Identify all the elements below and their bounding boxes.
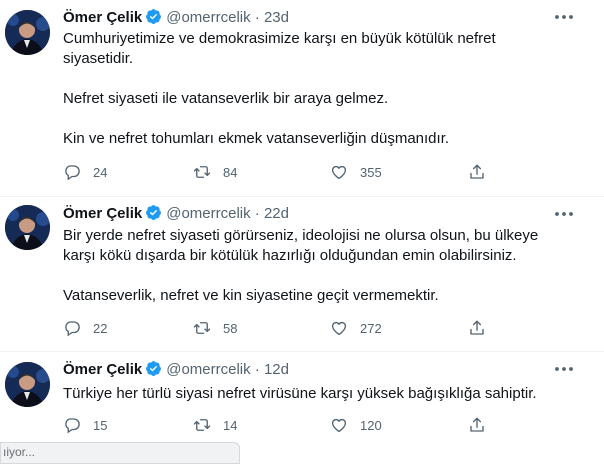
tweet-text-line: Cumhuriyetimize ve demokrasimize karşı e… <box>63 29 583 69</box>
tweet-text-line: Bir yerde nefret siyaseti görürseniz, id… <box>63 226 583 266</box>
retweet-count: 58 <box>223 320 238 336</box>
avatar[interactable] <box>5 10 50 55</box>
author-handle[interactable]: @omerrcelik <box>166 9 250 26</box>
tweet-divider <box>0 351 604 352</box>
tweet-text-line: Nefret siyaseti ile vatanseverlik bir ar… <box>63 90 389 107</box>
retweet-count: 14 <box>223 417 238 433</box>
more-options-icon[interactable] <box>553 8 575 26</box>
separator-dot: · <box>254 361 260 378</box>
reply-icon <box>65 321 80 337</box>
author-name[interactable]: Ömer Çelik <box>63 205 142 222</box>
reply-count: 22 <box>93 320 108 336</box>
heart-icon <box>331 418 347 433</box>
retweet-count: 84 <box>223 164 238 180</box>
share-icon <box>470 417 484 432</box>
tweet-text-segment: Cumhuriyetimize ve demokrasimize karşı e… <box>63 30 496 47</box>
reply-count: 24 <box>93 164 108 180</box>
reply-count: 15 <box>93 417 108 433</box>
separator-dot: · <box>254 205 260 222</box>
heart-icon <box>331 321 347 336</box>
avatar[interactable] <box>5 362 50 407</box>
share-icon <box>470 320 484 335</box>
retweet-button[interactable]: 58 <box>193 318 237 338</box>
reply-button[interactable]: 24 <box>63 162 107 182</box>
share-icon <box>470 164 484 179</box>
verified-badge-icon <box>146 361 162 376</box>
share-button[interactable] <box>468 318 486 338</box>
reply-icon <box>65 418 80 434</box>
heart-icon <box>331 165 347 180</box>
author-name[interactable]: Ömer Çelik <box>63 9 142 26</box>
browser-status-bar: ıiyor... <box>0 442 240 464</box>
retweet-button[interactable]: 14 <box>193 415 237 435</box>
tweet-time[interactable]: 12d <box>264 361 289 378</box>
author-handle[interactable]: @omerrcelik <box>166 205 250 222</box>
tweet-header: Ömer Çelik @omerrcelik · 23d <box>63 8 289 27</box>
tweet-header: Ömer Çelik @omerrcelik · 22d <box>63 204 289 223</box>
reply-icon <box>65 165 80 181</box>
like-button[interactable]: 355 <box>330 162 382 182</box>
more-options-icon[interactable] <box>553 360 575 378</box>
avatar[interactable] <box>5 205 50 250</box>
reply-button[interactable]: 15 <box>63 415 107 435</box>
retweet-icon <box>193 322 211 334</box>
tweet-header: Ömer Çelik @omerrcelik · 12d <box>63 360 289 379</box>
tweet-text-segment: Bir yerde nefret siyaseti görürseniz, id… <box>63 227 539 244</box>
tweet-time[interactable]: 22d <box>264 205 289 222</box>
tweet-time[interactable]: 23d <box>264 9 289 26</box>
like-count: 120 <box>360 417 382 433</box>
author-name[interactable]: Ömer Çelik <box>63 361 142 378</box>
more-options-icon[interactable] <box>553 205 575 223</box>
verified-badge-icon <box>146 9 162 24</box>
tweet-text: Türkiye her türlü siyasi nefret virüsüne… <box>63 384 583 404</box>
separator-dot: · <box>254 9 260 26</box>
tweet-text: Bir yerde nefret siyaseti görürseniz, id… <box>63 226 583 306</box>
retweet-icon <box>193 419 211 431</box>
like-count: 272 <box>360 320 382 336</box>
like-button[interactable]: 120 <box>330 415 382 435</box>
author-handle[interactable]: @omerrcelik <box>166 361 250 378</box>
tweet-text: Cumhuriyetimize ve demokrasimize karşı e… <box>63 29 583 149</box>
share-button[interactable] <box>468 415 486 435</box>
tweet-text-segment: siyasetidir. <box>63 50 134 67</box>
verified-badge-icon <box>146 205 162 220</box>
tweet-text-line: Kin ve nefret tohumları ekmek vatansever… <box>63 130 450 147</box>
reply-button[interactable]: 22 <box>63 318 107 338</box>
like-button[interactable]: 272 <box>330 318 382 338</box>
tweet-text-line: Türkiye her türlü siyasi nefret virüsüne… <box>63 385 537 402</box>
share-button[interactable] <box>468 162 486 182</box>
tweet-divider <box>0 196 604 197</box>
like-count: 355 <box>360 164 382 180</box>
retweet-icon <box>193 166 211 178</box>
tweet-text-line: Vatanseverlik, nefret ve kin siyasetine … <box>63 287 439 304</box>
tweet-text-segment: karşı kökü dışarda bir kötülük hazırlığı… <box>63 247 517 264</box>
retweet-button[interactable]: 84 <box>193 162 237 182</box>
